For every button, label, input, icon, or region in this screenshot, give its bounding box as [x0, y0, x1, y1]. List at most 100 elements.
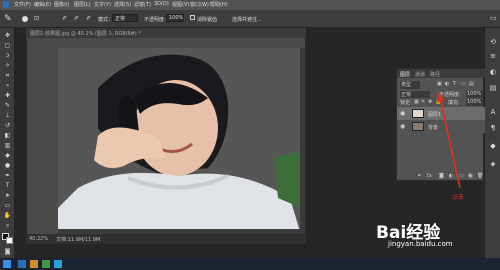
zoom-level[interactable]: 40.22% [29, 236, 48, 242]
document-size: 文档:11.9M/11.9M [56, 237, 101, 243]
lock-pixels-icon[interactable]: ▦ [414, 99, 419, 105]
watermark-url: jingyan.baidu.com [388, 240, 453, 248]
fill-input[interactable]: 100% [466, 99, 483, 106]
crop-tool-icon[interactable]: ⌗ [3, 72, 12, 79]
filter-shape-icon[interactable]: ▭ [461, 81, 466, 87]
start-button-icon[interactable] [3, 260, 11, 268]
history-panel-icon[interactable]: ⟲ [489, 38, 497, 46]
zoom-tool-icon[interactable]: ⌕ [3, 222, 12, 229]
brush-tool-icon[interactable]: ✎ [4, 14, 12, 24]
select-and-mask-button[interactable]: 选择并遮住... [232, 16, 262, 23]
delete-layer-icon[interactable]: 🗑 [477, 173, 483, 179]
menu-file[interactable]: 文件(F) [14, 1, 31, 8]
menu-help[interactable]: 帮助(H) [210, 1, 228, 8]
document-tab[interactable]: 图层1-效果图.jpg @ 40.2% (图层 1, RGB/8#) * [26, 28, 306, 38]
layer-opacity-input[interactable]: 100% [466, 91, 483, 98]
menu-layer[interactable]: 图层(L) [74, 1, 91, 8]
paragraph-panel-icon[interactable]: ¶ [489, 124, 497, 132]
menu-type[interactable]: 文字(Y) [94, 1, 111, 8]
filter-type-icon[interactable]: T [453, 81, 456, 87]
brush-tool-icon[interactable]: ✎ [3, 102, 12, 109]
menu-filter[interactable]: 滤镜(T) [134, 1, 151, 8]
tools-panel: ✥ ▢ ↄ ✧ ⌗ ⌁ ✚ ✎ ⊥ ↺ ◧ ▥ ◆ ● ✒ T ➤ ▭ ✋ ⌕ … [0, 28, 15, 258]
layer-thumbnail [412, 109, 424, 118]
3d-panel-icon[interactable]: ◆ [489, 142, 497, 150]
document-status-bar: 40.22% 文档:11.9M/11.9M [26, 234, 306, 244]
pressure-icon[interactable]: ✐ [86, 15, 91, 22]
layer-filter-row: 类型 ▣ ◐ T ▭ ▤ [397, 81, 485, 90]
dodge-tool-icon[interactable]: ● [3, 162, 12, 169]
hand-tool-icon[interactable]: ✋ [3, 212, 12, 219]
magic-wand-icon[interactable]: ✧ [3, 62, 12, 69]
filter-adjustment-icon[interactable]: ◐ [445, 81, 449, 87]
adjustments-panel-icon[interactable]: ◐ [489, 68, 497, 76]
type-tool-icon[interactable]: T [3, 182, 12, 189]
layers-panel-tabs: 图层 通道 路径 [397, 69, 485, 78]
taskbar-app-icon[interactable] [18, 260, 26, 268]
filter-pixel-icon[interactable]: ▣ [437, 81, 442, 87]
menu-window[interactable]: 窗口(W) [190, 1, 209, 8]
mode-select[interactable]: 正常 [112, 14, 138, 22]
character-panel-icon[interactable]: A [489, 108, 497, 116]
menu-3d[interactable]: 3D(D) [154, 1, 169, 7]
move-tool-icon[interactable]: ✥ [3, 32, 12, 39]
antialias-checkbox[interactable] [190, 15, 195, 20]
mode-label: 模式： [98, 17, 114, 23]
panel-dock: ⟲ ≡ ◐ ▤ A ¶ ◆ ◈ [484, 28, 500, 258]
lock-image-icon[interactable]: ✎ [421, 99, 425, 105]
shape-tool-icon[interactable]: ▭ [3, 202, 12, 209]
blur-tool-icon[interactable]: ◆ [3, 152, 12, 159]
annotation-text: 点击 [452, 194, 465, 201]
layer-style-icon[interactable]: fx [427, 173, 432, 179]
brush-size-icon[interactable]: ⊡ [34, 15, 39, 22]
canvas-photo[interactable] [58, 48, 301, 235]
opacity-input[interactable]: 100% [166, 14, 184, 22]
marquee-tool-icon[interactable]: ▢ [3, 42, 12, 49]
taskbar-app-icon[interactable] [54, 260, 62, 268]
menu-view[interactable]: 视图(V) [172, 1, 189, 8]
visibility-eye-icon[interactable]: ◉ [400, 110, 405, 117]
healing-brush-icon[interactable]: ✚ [3, 92, 12, 99]
styles-panel-icon[interactable]: ▤ [489, 84, 497, 92]
pen-tool-icon[interactable]: ✒ [3, 172, 12, 179]
path-select-icon[interactable]: ➤ [3, 192, 12, 199]
brush-preset-icon[interactable] [22, 16, 28, 22]
tab-channels[interactable]: 通道 [415, 71, 425, 78]
blend-mode-select[interactable]: 正常 [400, 91, 430, 98]
annotation-arrow [437, 92, 461, 189]
filter-smart-icon[interactable]: ▤ [469, 81, 474, 87]
quick-mask-icon[interactable]: ◙ [3, 248, 12, 255]
gradient-tool-icon[interactable]: ▥ [3, 142, 12, 149]
properties-panel-icon[interactable]: ≡ [489, 52, 497, 60]
taskbar-app-icon[interactable] [30, 260, 38, 268]
airbrush-icon[interactable]: ✐ [62, 15, 67, 22]
new-layer-icon[interactable]: ▣ [468, 173, 473, 179]
menu-image[interactable]: 图像(I) [54, 1, 69, 8]
stamp-tool-icon[interactable]: ⊥ [3, 112, 12, 119]
menu-select[interactable]: 选择(S) [114, 1, 131, 8]
options-bar: ✎ ⊡ ✐ ✐ ✐ 模式： 正常 不透明度： 100% 消除锯齿 选择并遮住..… [0, 10, 500, 28]
antialias-label: 消除锯齿 [197, 17, 218, 23]
app-logo-icon [3, 1, 9, 8]
tab-layers[interactable]: 图层 [400, 71, 410, 78]
visibility-eye-icon[interactable]: ◉ [400, 123, 405, 130]
eraser-tool-icon[interactable]: ◧ [3, 132, 12, 139]
smoothing-icon[interactable]: ✐ [74, 15, 79, 22]
layers-panel-icon[interactable]: ◈ [489, 160, 497, 168]
kind-filter-select[interactable]: 类型 [400, 81, 420, 89]
workspace-icon[interactable]: ▭ [490, 14, 497, 22]
link-layers-icon[interactable]: ⚭ [417, 173, 421, 179]
taskbar-app-icon[interactable] [42, 260, 50, 268]
vertical-scrollbar[interactable] [300, 48, 305, 234]
lock-label: 锁定: [400, 100, 412, 106]
lasso-tool-icon[interactable]: ↄ [3, 52, 12, 59]
menu-bar: 文件(F) 编辑(E) 图像(I) 图层(L) 文字(Y) 选择(S) 滤镜(T… [0, 0, 500, 10]
photo-image [58, 48, 301, 235]
taskbar [0, 258, 500, 270]
history-brush-icon[interactable]: ↺ [3, 122, 12, 129]
menu-edit[interactable]: 编辑(E) [34, 1, 51, 8]
lock-position-icon[interactable]: ✥ [428, 99, 432, 105]
eyedropper-icon[interactable]: ⌁ [3, 82, 12, 89]
background-color-swatch[interactable] [6, 237, 13, 244]
tab-paths[interactable]: 路径 [430, 71, 440, 78]
